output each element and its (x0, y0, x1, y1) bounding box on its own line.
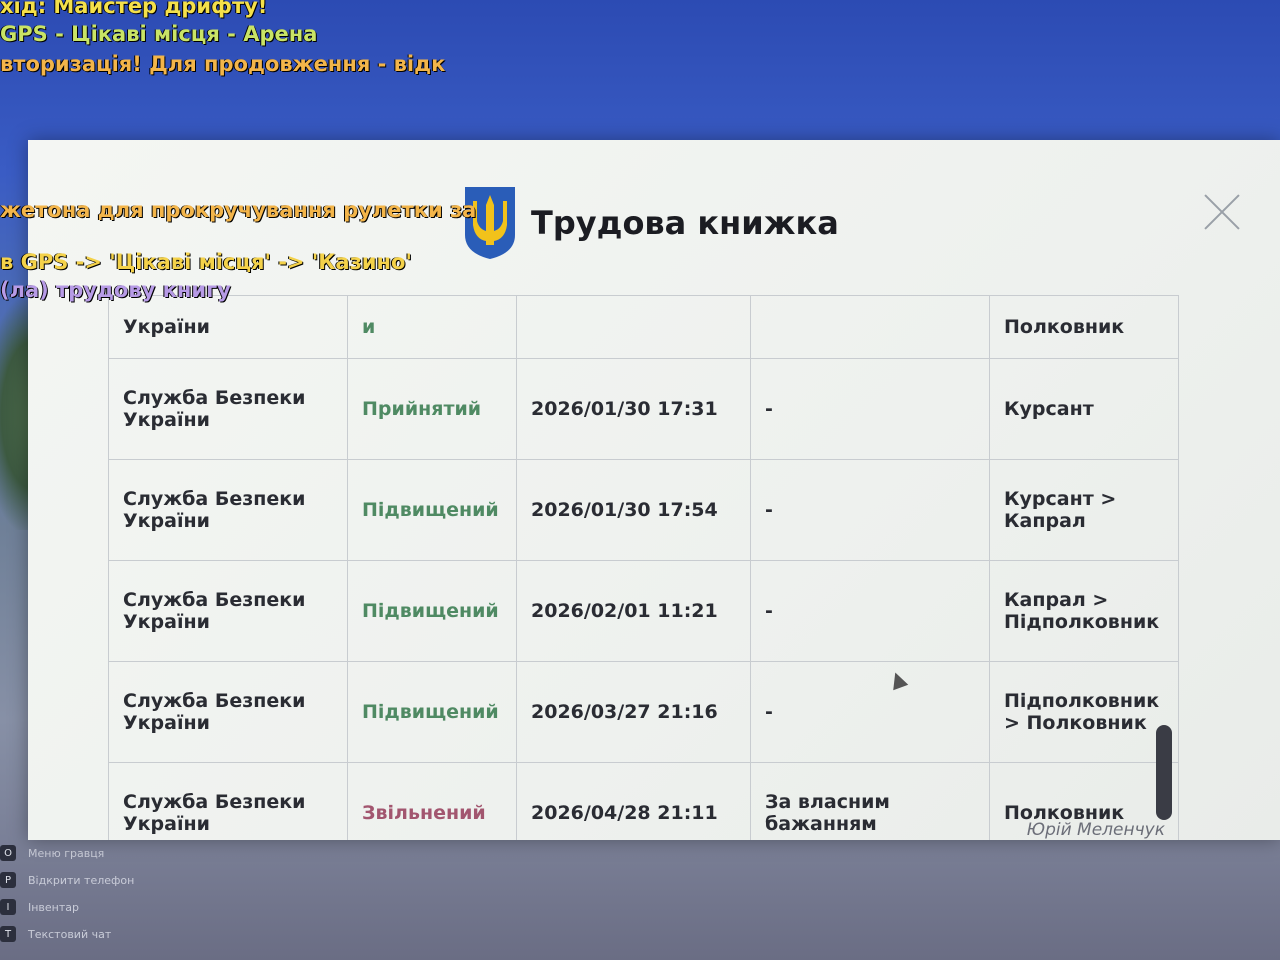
chat-line: жетона для прокручування рулетки за (0, 198, 477, 222)
cell-reason: - (750, 661, 990, 763)
key-badge: О (0, 845, 16, 861)
cell-date (516, 295, 751, 359)
chat-line: (ла) трудову книгу (0, 278, 231, 302)
table-row: Служба Безпеки України Прийнятий 2026/01… (108, 358, 1179, 460)
cell-rank: Капрал > Підполковник (989, 560, 1179, 662)
cell-org: Служба Безпеки України (108, 762, 348, 840)
cell-reason: За власним бажанням (750, 762, 990, 840)
key-badge: I (0, 899, 16, 915)
cell-status: Підвищений (347, 661, 517, 763)
cell-date: 2026/03/27 21:16 (516, 661, 751, 763)
chat-line: GPS - Цікаві місця - Арена (0, 22, 318, 46)
cell-status: Підвищений (347, 459, 517, 561)
cell-status: Прийнятий (347, 358, 517, 460)
cell-org: Служба Безпеки України (108, 560, 348, 662)
cell-status: и (347, 295, 517, 359)
ground (0, 840, 1280, 960)
cell-date: 2026/01/30 17:31 (516, 358, 751, 460)
hint-label: Текстовий чат (28, 927, 112, 941)
key-badge: T (0, 926, 16, 942)
cell-reason: - (750, 459, 990, 561)
cell-org: України (108, 295, 348, 359)
hint-label: Меню гравця (28, 846, 105, 860)
cell-date: 2026/02/01 11:21 (516, 560, 751, 662)
chat-line: хід: Майстер дрифту! (0, 0, 268, 18)
cell-reason: - (750, 560, 990, 662)
cell-org: Служба Безпеки України (108, 459, 348, 561)
close-icon[interactable] (1202, 192, 1242, 232)
hint-text-chat: T Текстовий чат (0, 926, 111, 942)
cell-rank: Курсант (989, 358, 1179, 460)
cell-org: Служба Безпеки України (108, 358, 348, 460)
cell-org: Служба Безпеки України (108, 661, 348, 763)
key-badge: P (0, 872, 16, 888)
chat-line: вторизація! Для продовження - відк (0, 52, 446, 76)
cell-status: Звільнений (347, 762, 517, 840)
cell-rank: Полковник (989, 295, 1179, 359)
signature: Юрій Меленчук (1026, 820, 1165, 840)
employment-book-window: Трудова книжка України и Полковник Служб… (28, 140, 1280, 840)
table-row: Служба Безпеки України Підвищений 2026/0… (108, 560, 1179, 662)
hint-player-menu: О Меню гравця (0, 845, 104, 861)
table-row: Служба Безпеки України Підвищений 2026/0… (108, 661, 1179, 763)
cell-reason: - (750, 358, 990, 460)
table-row: України и Полковник (108, 295, 1179, 359)
chat-line: в GPS -> 'Цікаві місця' -> 'Казино' (0, 250, 412, 274)
cell-status: Підвищений (347, 560, 517, 662)
window-header: Трудова книжка (463, 185, 839, 261)
hint-phone: P Відкрити телефон (0, 872, 134, 888)
hint-label: Відкрити телефон (28, 873, 135, 887)
employment-records-table: України и Полковник Служба Безпеки Украї… (108, 295, 1179, 840)
hint-label: Інвентар (28, 900, 80, 914)
cell-date: 2026/01/30 17:54 (516, 459, 751, 561)
hint-inventory: I Інвентар (0, 899, 79, 915)
table-row: Служба Безпеки України Звільнений 2026/0… (108, 762, 1179, 840)
scrollbar-thumb[interactable] (1156, 725, 1172, 820)
cell-rank: Курсант > Капрал (989, 459, 1179, 561)
cell-rank: Підполковник > Полковник (989, 661, 1179, 763)
cell-reason (750, 295, 990, 359)
trident-emblem-icon (465, 187, 515, 259)
cell-date: 2026/04/28 21:11 (516, 762, 751, 840)
table-row: Служба Безпеки України Підвищений 2026/0… (108, 459, 1179, 561)
window-title: Трудова книжка (531, 204, 839, 242)
